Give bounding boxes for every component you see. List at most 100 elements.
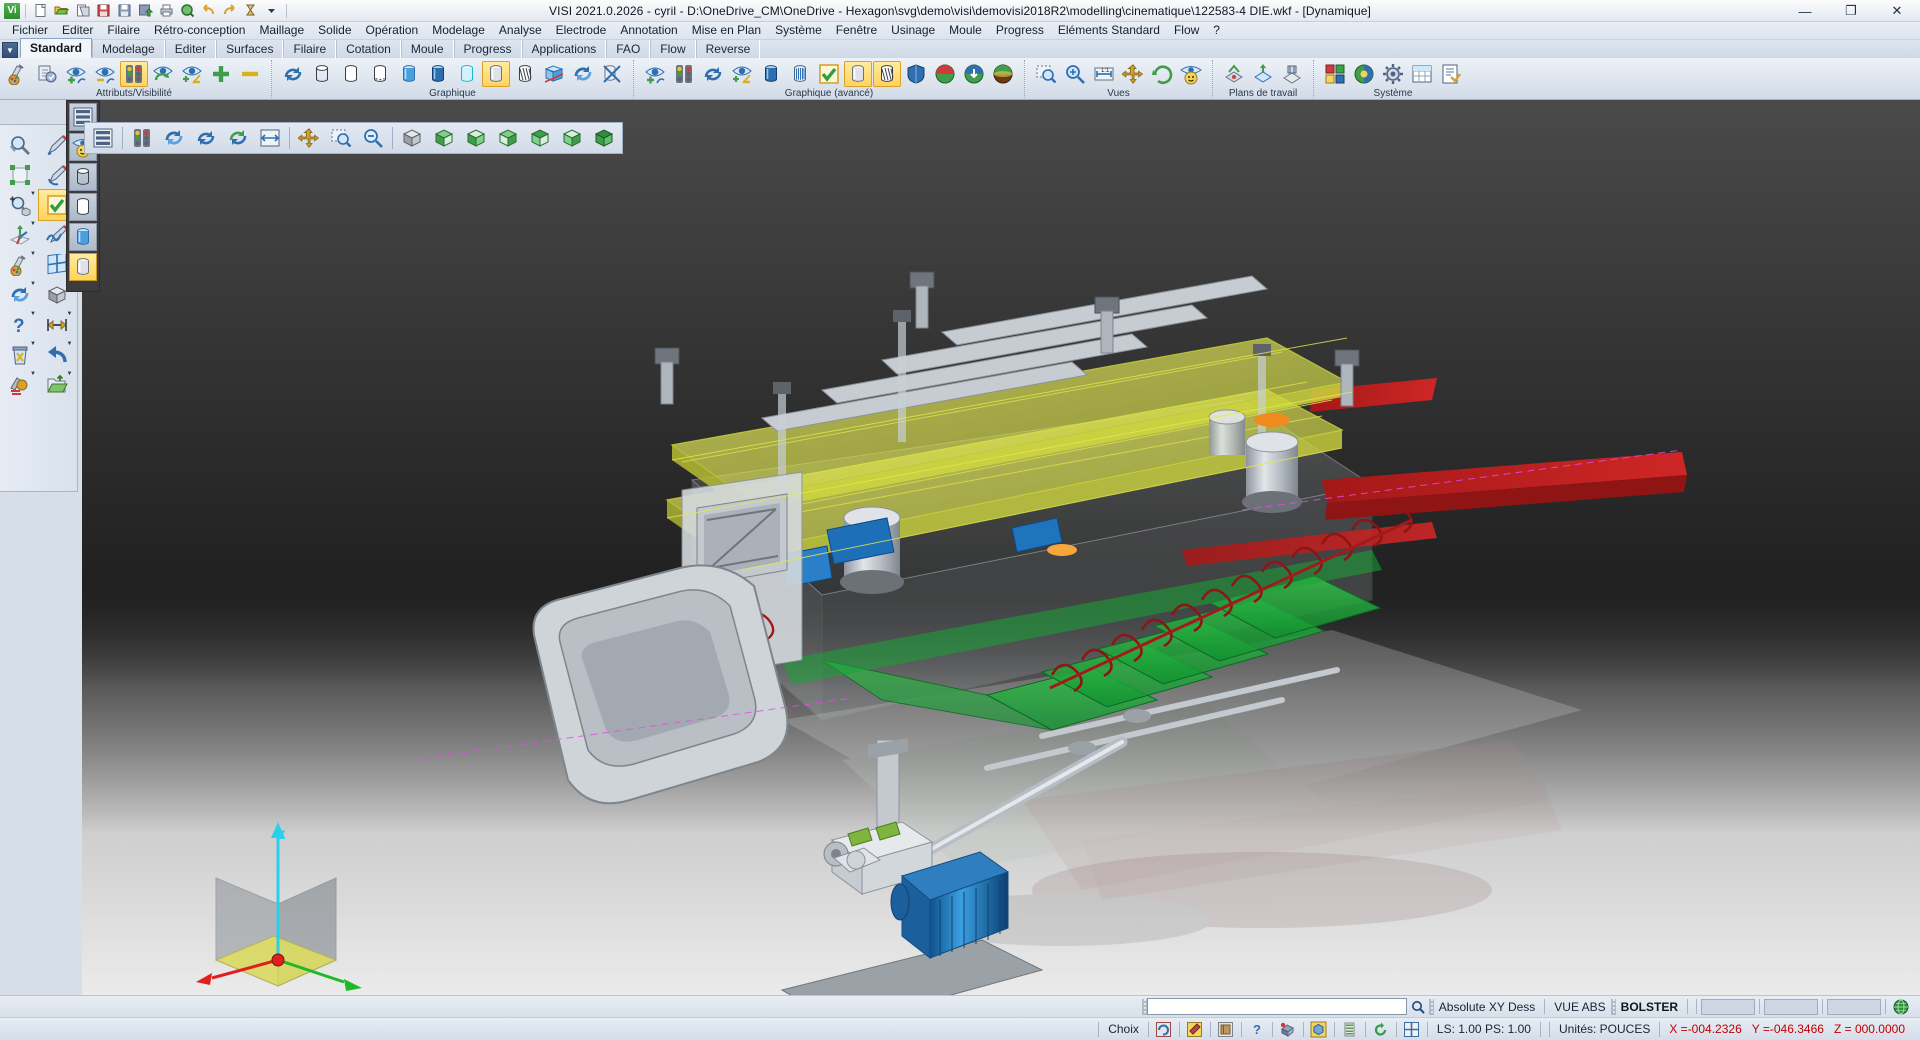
shaded-mode-icon[interactable] — [69, 223, 97, 251]
pan-icon[interactable] — [1119, 61, 1147, 87]
traffic-visibility-icon[interactable] — [127, 125, 157, 151]
chevron-down-icon[interactable]: ▼ — [30, 371, 36, 377]
open-recent-icon[interactable] — [73, 1, 92, 20]
regen-icon[interactable] — [699, 61, 727, 87]
fit-window-icon[interactable] — [255, 125, 285, 151]
zoom-dynamic-icon[interactable] — [358, 125, 388, 151]
drag-grip[interactable] — [1429, 999, 1434, 1015]
cylinder-striped-icon[interactable] — [786, 61, 814, 87]
tab-editer[interactable]: Editer — [165, 40, 216, 58]
tab-moule[interactable]: Moule — [401, 40, 454, 58]
window-controls[interactable]: — ❐ ✕ — [1782, 0, 1920, 22]
chevron-down-icon[interactable]: ▼ — [67, 341, 73, 347]
view-top-icon[interactable] — [461, 125, 491, 151]
globe-icon[interactable] — [1890, 997, 1912, 1017]
save-all-icon[interactable] — [136, 1, 155, 20]
hidden-dashed-icon[interactable] — [366, 61, 394, 87]
chevron-down-icon[interactable]: ▼ — [30, 191, 36, 197]
shaded-edges-icon[interactable] — [424, 61, 452, 87]
hide-all-icon[interactable] — [236, 61, 264, 87]
snap-element-icon[interactable] — [1215, 1019, 1237, 1039]
render-icon[interactable]: ▼ — [2, 370, 38, 400]
tab-cotation[interactable]: Cotation — [336, 40, 401, 58]
units-label[interactable]: Unités: POUCES — [1554, 1022, 1655, 1036]
hatching-icon[interactable] — [511, 61, 539, 87]
show-remove-icon[interactable] — [91, 61, 119, 87]
menu-item-electrode[interactable]: Electrode — [549, 22, 614, 39]
redo-icon[interactable] — [220, 1, 239, 20]
chevron-down-icon[interactable]: ▼ — [67, 371, 73, 377]
menu-item-filaire[interactable]: Filaire — [100, 22, 147, 39]
view-regen-icon[interactable] — [223, 125, 253, 151]
cylinder-solid-icon[interactable] — [757, 61, 785, 87]
status-slot-1[interactable] — [1701, 999, 1755, 1015]
close-button[interactable]: ✕ — [1874, 0, 1920, 22]
command-input[interactable] — [1147, 998, 1407, 1015]
analyse-zoom-icon[interactable] — [2, 130, 38, 160]
settings-icon[interactable] — [1379, 61, 1407, 87]
tab-reverse[interactable]: Reverse — [696, 40, 761, 58]
axis-move-icon[interactable]: ▼ — [2, 220, 38, 250]
transparent-icon[interactable] — [453, 61, 481, 87]
tab-applications[interactable]: Applications — [522, 40, 607, 58]
hidden-line-icon[interactable] — [337, 61, 365, 87]
view-left-icon[interactable] — [525, 125, 555, 151]
attributes-palette-icon[interactable] — [4, 61, 32, 87]
apply-check-icon[interactable] — [815, 61, 843, 87]
visibility-state-icon[interactable] — [670, 61, 698, 87]
workplane-manager-icon[interactable] — [1249, 61, 1277, 87]
menu-item-mise-en-plan[interactable]: Mise en Plan — [685, 22, 768, 39]
menu-bar[interactable]: FichierEditerFilaireRétro-conceptionMail… — [0, 22, 1920, 40]
tab-flow[interactable]: Flow — [650, 40, 695, 58]
menu-item-fen-tre[interactable]: Fenêtre — [829, 22, 884, 39]
drag-grip[interactable] — [1142, 999, 1147, 1015]
toggle-entity-icon[interactable] — [728, 61, 756, 87]
snap-grid-icon[interactable] — [1401, 1019, 1423, 1039]
view-back-icon[interactable] — [557, 125, 587, 151]
tab-progress[interactable]: Progress — [454, 40, 522, 58]
copy-attributes-icon[interactable] — [33, 61, 61, 87]
snap-entity-icon[interactable] — [1153, 1019, 1175, 1039]
minimize-button[interactable]: — — [1782, 0, 1828, 22]
menu-item-solide[interactable]: Solide — [311, 22, 358, 39]
menu-item-syst-me[interactable]: Système — [768, 22, 829, 39]
qat-dropdown-icon[interactable] — [262, 1, 281, 20]
show-all-icon[interactable] — [207, 61, 235, 87]
menu-item-maillage[interactable]: Maillage — [252, 22, 311, 39]
attributes-icon[interactable]: ▼ — [2, 250, 38, 280]
bounding-box-icon[interactable] — [2, 160, 38, 190]
redraw-icon[interactable] — [279, 61, 307, 87]
layers-panel-icon[interactable] — [88, 125, 118, 151]
tab-fao[interactable]: FAO — [606, 40, 650, 58]
menu-item-r-tro-conception[interactable]: Rétro-conception — [147, 22, 252, 39]
dynamic-view-icon[interactable] — [1177, 61, 1205, 87]
workplane-label[interactable]: Absolute XY Dess — [1434, 1000, 1541, 1014]
chevron-down-icon[interactable]: ▼ — [67, 311, 73, 317]
report-icon[interactable] — [1437, 61, 1465, 87]
chevron-down-icon[interactable]: ▼ — [30, 311, 36, 317]
shaded-quality-icon[interactable] — [482, 61, 510, 87]
chevron-down-icon[interactable]: ▼ — [30, 221, 36, 227]
menu-item-flow[interactable]: Flow — [1167, 22, 1206, 39]
undo-icon[interactable] — [199, 1, 218, 20]
menu-item-fichier[interactable]: Fichier — [5, 22, 55, 39]
rotate-view-icon[interactable] — [1148, 61, 1176, 87]
menu-item-el-ments-standard[interactable]: Eléments Standard — [1051, 22, 1167, 39]
measure-distance-icon[interactable]: ▼ — [39, 310, 75, 340]
shield-blue-icon[interactable] — [902, 61, 930, 87]
tab-surfaces[interactable]: Surfaces — [216, 40, 283, 58]
hidden-line-mode-icon[interactable] — [69, 193, 97, 221]
add-entity-icon[interactable] — [641, 61, 669, 87]
viewport-3d[interactable]: Z X Y — [82, 100, 1920, 995]
no-shading-icon[interactable] — [598, 61, 626, 87]
menu-item-editer[interactable]: Editer — [55, 22, 100, 39]
new-icon[interactable] — [31, 1, 50, 20]
chevron-down-icon[interactable]: ▼ — [30, 341, 36, 347]
active-entity-label[interactable]: BOLSTER — [1616, 1000, 1683, 1014]
view-label[interactable]: VUE ABS — [1549, 1000, 1610, 1014]
show-add-icon[interactable] — [62, 61, 90, 87]
delete-icon[interactable]: ▼ — [2, 340, 38, 370]
refresh-shading-icon[interactable] — [569, 61, 597, 87]
status-slot-2[interactable] — [1764, 999, 1818, 1015]
tab-filaire[interactable]: Filaire — [283, 40, 336, 58]
